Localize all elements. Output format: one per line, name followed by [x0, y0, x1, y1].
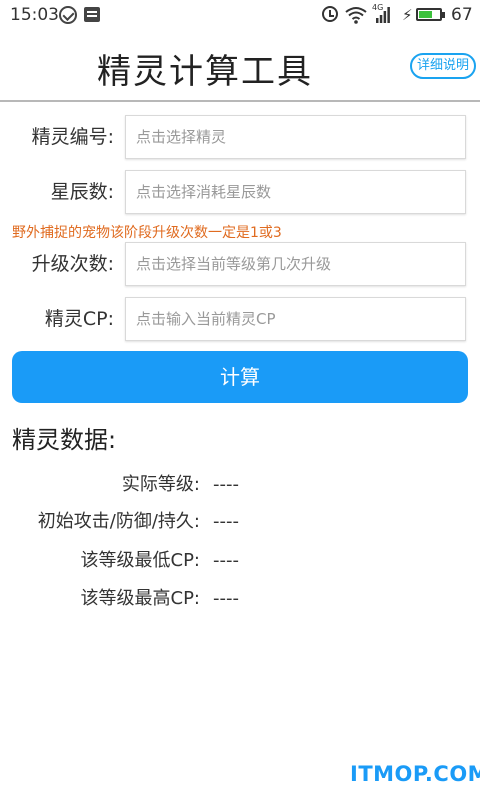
result-row: 该等级最低CP: ---- [0, 546, 480, 576]
form-row-sprite-id: 精灵编号: [0, 115, 480, 159]
charging-icon: ⚡ [402, 6, 413, 24]
alarm-icon [322, 6, 338, 22]
sprite-id-label: 精灵编号: [31, 126, 114, 148]
battery-icon [416, 8, 442, 21]
sprite-id-input[interactable] [125, 115, 466, 159]
actual-level-value: ---- [213, 474, 239, 495]
calculate-button[interactable]: 计算 [12, 351, 468, 403]
min-cp-value: ---- [213, 550, 239, 571]
help-button[interactable]: 详细说明 [410, 53, 476, 79]
results-title: 精灵数据: [12, 426, 117, 454]
status-bar: 15:03 4G ⚡ 67 [0, 0, 480, 32]
form-row-cp: 精灵CP: [0, 297, 480, 341]
battery-fill [419, 11, 433, 18]
stardust-label: 星辰数: [50, 181, 114, 203]
wifi-icon [345, 7, 367, 24]
form-row-stardust: 星辰数: [0, 170, 480, 214]
form-row-upgrade-count: 升级次数: [0, 242, 480, 286]
card-icon [84, 7, 100, 22]
cp-label: 精灵CP: [44, 308, 114, 330]
actual-level-label: 实际等级: [121, 474, 200, 495]
upgrade-count-input[interactable] [125, 242, 466, 286]
battery-level: 67 [451, 5, 473, 25]
page-title: 精灵计算工具 [97, 52, 313, 92]
max-cp-value: ---- [213, 588, 239, 609]
check-circle-icon [59, 6, 77, 24]
status-time: 15:03 [10, 5, 59, 25]
cp-input[interactable] [125, 297, 466, 341]
result-row: 实际等级: ---- [0, 470, 480, 500]
max-cp-label: 该等级最高CP: [80, 588, 201, 609]
result-row: 初始攻击/防御/持久: ---- [0, 507, 480, 537]
header-divider [0, 100, 480, 102]
upgrade-count-label: 升级次数: [31, 253, 114, 275]
upgrade-warning: 野外捕捉的宠物该阶段升级次数一定是1或3 [12, 225, 282, 241]
min-cp-label: 该等级最低CP: [80, 550, 201, 571]
stardust-input[interactable] [125, 170, 466, 214]
base-stats-label: 初始攻击/防御/持久: [37, 511, 200, 532]
watermark: ITMOP.COM [350, 762, 480, 786]
base-stats-value: ---- [213, 511, 239, 532]
battery-tip [442, 12, 445, 18]
result-row: 该等级最高CP: ---- [0, 584, 480, 614]
signal-icon [376, 7, 390, 23]
